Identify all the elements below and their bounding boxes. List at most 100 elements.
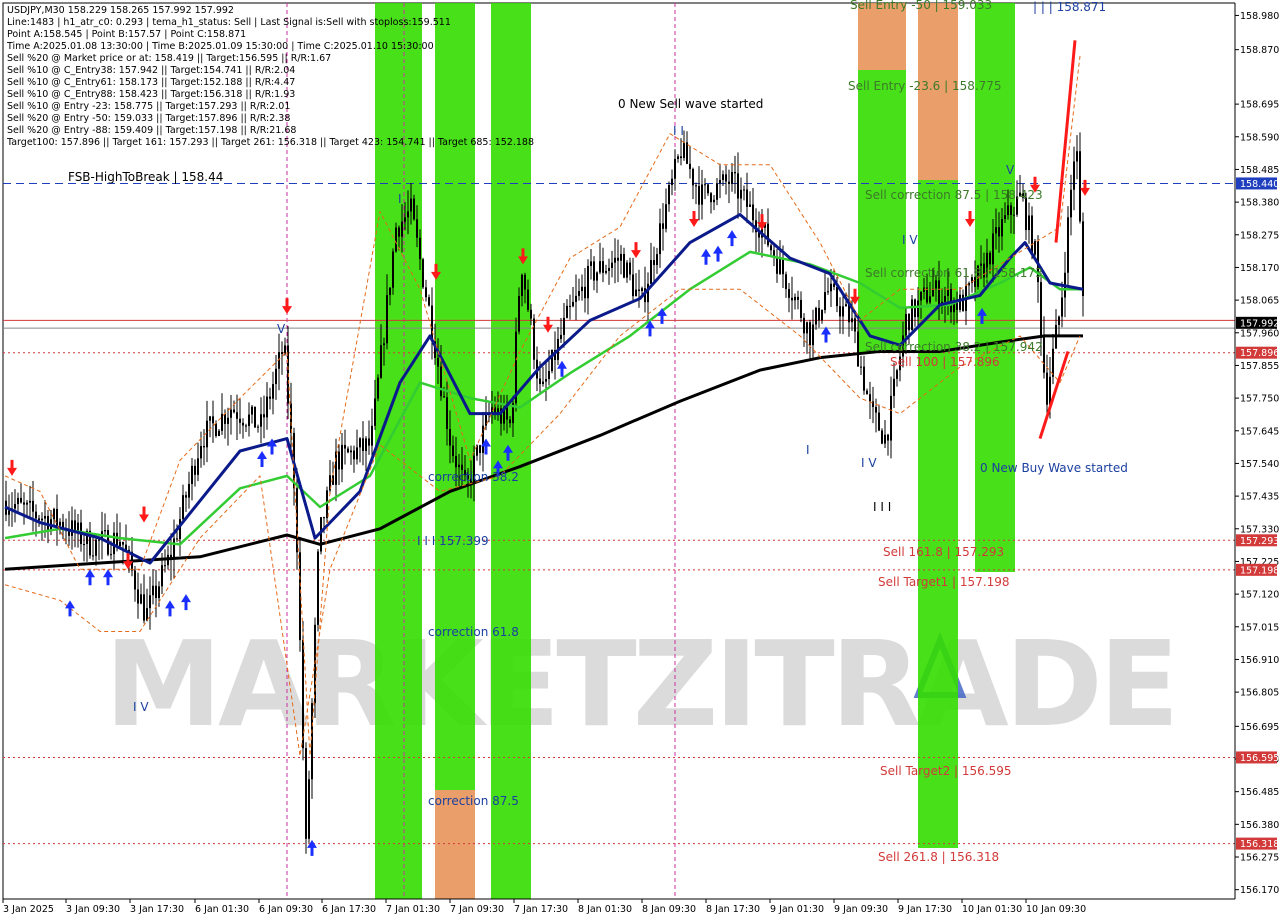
candle-body bbox=[518, 295, 520, 332]
candle-body bbox=[458, 464, 460, 468]
candle-body bbox=[398, 227, 400, 237]
candle-body bbox=[200, 445, 202, 459]
candle-body bbox=[215, 423, 217, 436]
x-tick-label: 6 Jan 17:30 bbox=[322, 904, 376, 915]
y-tick-label: 156.170 bbox=[1240, 885, 1279, 896]
candle-body bbox=[41, 518, 43, 521]
candle-body bbox=[374, 398, 376, 426]
x-tick-label: 10 Jan 01:30 bbox=[962, 904, 1022, 915]
candle-body bbox=[815, 308, 817, 325]
candle-body bbox=[389, 287, 391, 296]
candle-body bbox=[1013, 214, 1015, 216]
info-line: Point A:158.545 | Point B:157.57 | Point… bbox=[7, 29, 246, 40]
candle-body bbox=[92, 555, 94, 557]
price-tag-label: 156.318 bbox=[1240, 839, 1279, 850]
candle-body bbox=[707, 184, 709, 194]
x-tick-label: 8 Jan 09:30 bbox=[642, 904, 696, 915]
candle-body bbox=[509, 419, 511, 424]
candle-body bbox=[1070, 189, 1072, 218]
info-line: Target100: 157.896 || Target 161: 157.29… bbox=[6, 137, 534, 148]
candle-body bbox=[662, 223, 664, 229]
candle-body bbox=[635, 289, 637, 297]
candle-body bbox=[863, 366, 865, 391]
candle-body bbox=[872, 401, 874, 407]
candle-body bbox=[839, 306, 841, 317]
x-tick-label: 6 Jan 01:30 bbox=[195, 904, 249, 915]
candle-body bbox=[521, 274, 523, 296]
candle-body bbox=[569, 305, 571, 307]
candle-body bbox=[614, 257, 616, 263]
y-tick-label: 158.275 bbox=[1240, 230, 1279, 241]
candle-body bbox=[797, 296, 799, 300]
chart-root: MARKETZITRADE Sell Entry -50 | 159.033 | … bbox=[0, 0, 1280, 920]
candle-body bbox=[158, 586, 160, 599]
candle-body bbox=[1046, 372, 1048, 405]
candle-body bbox=[800, 299, 802, 318]
annotation-label: V bbox=[1006, 163, 1015, 177]
candle-body bbox=[44, 515, 46, 519]
x-tick-label: 3 Jan 09:30 bbox=[66, 904, 120, 915]
candle-body bbox=[344, 444, 346, 449]
candle-body bbox=[437, 357, 439, 367]
candle-body bbox=[188, 483, 190, 498]
candle-body bbox=[143, 594, 145, 621]
candle-body bbox=[152, 585, 154, 596]
candle-body bbox=[926, 287, 928, 303]
candle-body bbox=[587, 265, 589, 299]
candle-body bbox=[218, 430, 220, 436]
annotation-label: Sell Target2 | 156.595 bbox=[880, 764, 1012, 778]
zone-orange-4a bbox=[858, 3, 906, 70]
candle-body bbox=[734, 172, 736, 174]
candle-body bbox=[401, 221, 403, 237]
annotation-label: Sell Entry -50 | 159.033 bbox=[850, 0, 992, 12]
y-tick-label: 158.590 bbox=[1240, 132, 1279, 143]
candle-body bbox=[821, 310, 823, 321]
candle-body bbox=[1052, 348, 1054, 377]
candle-body bbox=[527, 289, 529, 310]
candle-body bbox=[116, 532, 118, 547]
info-line: Sell %10 @ C_Entry38: 157.942 || Target:… bbox=[7, 65, 295, 76]
annotation-label: 0 New Sell wave started bbox=[618, 97, 763, 111]
candle-body bbox=[881, 430, 883, 444]
info-line: Line:1483 | h1_atr_c0: 0.293 | tema_h1_s… bbox=[7, 17, 451, 28]
candle-body bbox=[752, 204, 754, 221]
candle-body bbox=[161, 565, 163, 587]
candle-body bbox=[227, 417, 229, 424]
y-tick-label: 158.485 bbox=[1240, 165, 1279, 176]
candle-body bbox=[140, 594, 142, 604]
y-tick-label: 156.910 bbox=[1240, 655, 1279, 666]
candle-body bbox=[650, 260, 652, 284]
y-tick-label: 158.380 bbox=[1240, 198, 1279, 209]
candle-body bbox=[818, 308, 820, 321]
y-tick-label: 157.015 bbox=[1240, 622, 1279, 633]
candle-body bbox=[833, 283, 835, 287]
candle-body bbox=[191, 465, 193, 484]
candle-body bbox=[1061, 297, 1063, 317]
candle-body bbox=[911, 299, 913, 331]
price-tag-label: 157.293 bbox=[1240, 536, 1279, 547]
annotation-label: I V bbox=[133, 700, 149, 714]
candle-body bbox=[413, 198, 415, 220]
candle-body bbox=[1004, 215, 1006, 220]
annotation-label: Sell Target1 | 157.198 bbox=[878, 575, 1010, 589]
x-tick-label: 7 Jan 17:30 bbox=[514, 904, 568, 915]
candle-body bbox=[305, 748, 307, 839]
annotation-label: FSB-HighToBreak | 158.44 bbox=[68, 170, 223, 184]
candle-body bbox=[1079, 151, 1081, 222]
candle-body bbox=[377, 377, 379, 399]
candle-body bbox=[605, 271, 607, 273]
candle-body bbox=[845, 304, 847, 307]
candle-body bbox=[575, 295, 577, 302]
candle-body bbox=[104, 530, 106, 532]
candle-body bbox=[566, 305, 568, 318]
annotation-label: Sell correction 61.8 | 158.173 bbox=[865, 266, 1043, 280]
candle-body bbox=[542, 381, 544, 385]
candle-body bbox=[713, 199, 715, 203]
candle-body bbox=[590, 261, 592, 266]
candle-body bbox=[743, 189, 745, 191]
candle-body bbox=[728, 181, 730, 184]
candle-body bbox=[239, 418, 241, 423]
candle-body bbox=[842, 306, 844, 317]
candle-body bbox=[365, 438, 367, 451]
price-chart[interactable]: MARKETZITRADE Sell Entry -50 | 159.033 | … bbox=[0, 0, 1280, 920]
